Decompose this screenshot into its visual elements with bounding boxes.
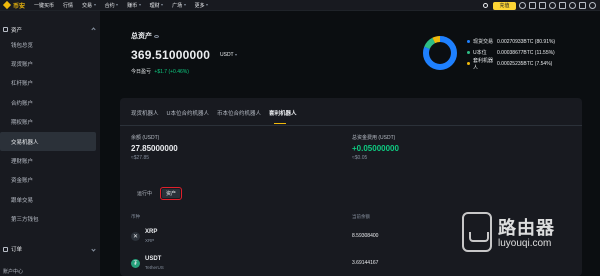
sidebar-item-copy-trading[interactable]: 跟单交易 [0, 190, 100, 209]
today-pnl: 今日盈亏 +$1.7 (+0.46%) [131, 69, 189, 75]
tab-arbitrage-bots[interactable]: 套利机器人 [269, 109, 297, 124]
theme-toggle-icon[interactable] [589, 2, 596, 9]
asset-distribution-donut [423, 36, 457, 70]
sidebar-item-trading-bots[interactable]: 交易机器人 [0, 131, 96, 152]
tab-spot-bots[interactable]: 现货机器人 [131, 109, 159, 119]
legend-row-spot: 现货交易 0.00270933BTC (80.91%) [467, 36, 555, 47]
nav-more[interactable]: 更多 [195, 2, 209, 9]
nav-markets[interactable]: 行情 [63, 2, 73, 9]
search-button[interactable] [480, 1, 490, 10]
nav-square[interactable]: 广场 [172, 2, 186, 9]
bell-icon[interactable] [549, 2, 556, 9]
binance-logo-icon [2, 0, 12, 10]
chevron-down-icon [91, 246, 96, 252]
sidebar-item-account[interactable]: 账户中心 [3, 268, 23, 275]
bot-subtabs: 运行中 资产 [133, 187, 186, 200]
legend-dot [467, 40, 470, 43]
asset-legend: 现货交易 0.00270933BTC (80.91%) U本位 0.000386… [467, 36, 555, 71]
chevron-down-icon [138, 4, 141, 6]
column-coin: 币种 [131, 214, 140, 219]
today-pnl-value: +$1.7 (+0.46%) [154, 69, 189, 75]
x-icon: ✕ [131, 232, 140, 241]
sidebar-group-assets[interactable]: 资产 [0, 24, 100, 35]
column-balance: 当前余额 [352, 214, 370, 219]
wallet-icon[interactable] [529, 2, 536, 9]
sidebar-item-third-party-wallet[interactable]: 第三方钱包 [0, 210, 100, 229]
tab-coinm-futures-bots[interactable]: 币本位合约机器人 [217, 109, 261, 119]
search-icon [482, 3, 488, 8]
sidebar-item-funding[interactable]: 资金账户 [0, 171, 100, 190]
sidebar-item-overview[interactable]: 钱包总览 [0, 35, 100, 54]
tether-icon: ₮ [131, 259, 140, 268]
legend-row-arbitrage-bot: 套利机器人 0.00025235BTC (7.54%) [467, 58, 555, 71]
sidebar: 资产 钱包总览 现货账户 杠杆账户 合约账户 期权账户 交易机器人 理财账户 资… [0, 11, 100, 276]
orders-icon [3, 246, 8, 252]
top-nav-bar: 币安 一键买币 行情 交易 合约 赚币 理财 广场 更多 充值 [0, 0, 600, 11]
nav-finance[interactable]: 理财 [150, 2, 164, 9]
total-asset-amount: 369.51000000 [131, 48, 211, 62]
asset-overview: 总资产 369.51000000 USDT 今日盈亏 +$1.7 (+0.46%… [120, 22, 582, 87]
funding-fee-value: +0.05000000 [352, 144, 399, 153]
chevron-down-icon [183, 4, 186, 6]
orders-icon[interactable] [539, 2, 546, 9]
site-watermark: 路由器 luyouqi.com [462, 208, 592, 268]
tab-usdm-futures-bots[interactable]: U本位合约机器人 [167, 109, 209, 119]
chevron-down-icon [93, 4, 96, 6]
brand-logo[interactable]: 币安 [2, 0, 26, 10]
chevron-down-icon [235, 54, 238, 56]
overview-title: 总资产 [131, 31, 159, 41]
currency-select[interactable]: USDT [220, 52, 238, 58]
top-right-actions: 充值 [480, 1, 596, 10]
legend-dot [467, 51, 470, 54]
subtab-assets[interactable]: 资产 [160, 187, 183, 200]
user-icon[interactable] [519, 2, 526, 9]
balance-value: 27.85000000 [131, 144, 178, 153]
chevron-down-icon [116, 4, 119, 6]
sidebar-item-spot[interactable]: 现货账户 [0, 54, 100, 73]
brand-name: 币安 [13, 3, 26, 10]
nav-trade[interactable]: 交易 [82, 2, 96, 9]
deposit-button[interactable]: 充值 [493, 1, 516, 10]
eye-icon[interactable] [154, 34, 159, 38]
router-logo-icon [462, 212, 492, 252]
legend-dot [467, 62, 470, 65]
download-icon[interactable] [559, 2, 566, 9]
sidebar-item-options[interactable]: 期权账户 [0, 113, 100, 132]
sidebar-item-margin[interactable]: 杠杆账户 [0, 74, 100, 93]
nav-futures[interactable]: 合约 [105, 2, 119, 9]
wallet-icon [3, 27, 8, 32]
chevron-up-icon [91, 27, 96, 32]
globe-icon[interactable] [569, 2, 576, 9]
bot-tabs: 现货机器人 U本位合约机器人 币本位合约机器人 套利机器人 [131, 109, 305, 124]
balance-stat: 余额 (USDT) 27.85000000 ≈$27.85 [131, 135, 178, 161]
chevron-down-icon [161, 4, 164, 6]
nav-earn[interactable]: 赚币 [127, 2, 141, 9]
currency-icon[interactable] [579, 2, 586, 9]
subtab-running[interactable]: 运行中 [133, 189, 156, 198]
funding-fee-stat: 总资金费用 (USDT) +0.05000000 ≈$0.05 [352, 135, 399, 161]
chevron-down-icon [206, 4, 209, 6]
tab-divider [120, 125, 582, 126]
sidebar-group-orders[interactable]: 订单 [0, 243, 100, 255]
sidebar-item-earn[interactable]: 理财账户 [0, 151, 100, 170]
sidebar-item-futures[interactable]: 合约账户 [0, 93, 100, 112]
nav-buy-crypto[interactable]: 一键买币 [34, 2, 54, 9]
